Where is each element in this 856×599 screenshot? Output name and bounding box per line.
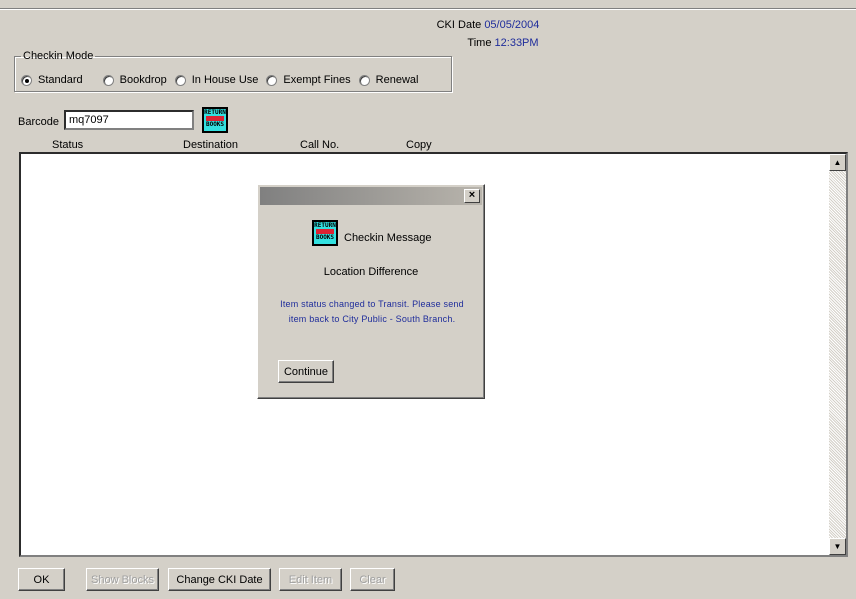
- checkin-mode-legend: Checkin Mode: [23, 50, 94, 62]
- radio-bookdrop[interactable]: [102, 74, 114, 86]
- dialog-title: Checkin Message: [344, 232, 432, 244]
- dialog-message: Item status changed to Transit. Please s…: [266, 297, 478, 327]
- column-header-copy: Copy: [406, 139, 432, 151]
- cki-date-row: CKI Date 05/05/2004: [0, 19, 856, 31]
- change-cki-date-button[interactable]: Change CKI Date: [168, 568, 271, 591]
- time-label: Time: [467, 37, 492, 49]
- show-blocks-button[interactable]: Show Blocks: [86, 568, 159, 591]
- vertical-scrollbar[interactable]: ▲ ▼: [829, 154, 846, 555]
- mode-label-exempt-fines: Exempt Fines: [283, 74, 351, 86]
- return-icon-top-text: RETURN: [204, 109, 226, 116]
- clear-button[interactable]: Clear: [350, 568, 395, 591]
- time-value: 12:33PM: [494, 37, 539, 49]
- return-books-icon: RETURN BOOKS: [312, 220, 338, 246]
- radio-in-house-use[interactable]: [174, 74, 186, 86]
- top-divider-highlight: [0, 9, 856, 10]
- return-icon-bottom-text: BOOKS: [315, 234, 335, 241]
- barcode-input[interactable]: [64, 110, 194, 130]
- mode-label-standard: Standard: [38, 74, 83, 86]
- edit-item-button[interactable]: Edit Item: [279, 568, 342, 591]
- mode-label-renewal: Renewal: [375, 74, 419, 86]
- ok-button[interactable]: OK: [18, 568, 65, 591]
- scroll-up-icon[interactable]: ▲: [829, 154, 846, 171]
- return-icon-bottom-text: BOOKS: [205, 121, 225, 128]
- checkin-mode-group: Checkin Mode Standard Bookdrop In House …: [14, 50, 452, 92]
- mode-label-in-house-use: In House Use: [191, 74, 259, 86]
- mode-option-standard[interactable]: Standard: [21, 74, 83, 86]
- dialog-titlebar[interactable]: ×: [260, 187, 482, 205]
- return-books-icon[interactable]: RETURN BOOKS: [202, 107, 228, 133]
- continue-button[interactable]: Continue: [278, 360, 334, 383]
- barcode-label: Barcode: [18, 116, 59, 128]
- checkin-message-dialog: × RETURN BOOKS Checkin Message Location …: [257, 184, 485, 399]
- radio-standard[interactable]: [21, 74, 32, 86]
- close-icon[interactable]: ×: [464, 189, 480, 203]
- return-icon-top-text: RETURN: [314, 222, 336, 229]
- cki-date-label: CKI Date: [436, 19, 482, 31]
- radio-renewal[interactable]: [358, 74, 370, 86]
- column-header-status: Status: [52, 139, 84, 151]
- column-header-destination: Destination: [183, 139, 239, 151]
- radio-exempt-fines[interactable]: [266, 74, 278, 86]
- cki-date-value: 05/05/2004: [484, 19, 540, 31]
- checkin-mode-options: Standard Bookdrop In House Use Exempt Fi…: [21, 74, 426, 86]
- mode-option-renewal[interactable]: Renewal: [358, 74, 419, 86]
- dialog-subtitle: Location Difference: [323, 266, 419, 278]
- scroll-down-icon[interactable]: ▼: [829, 538, 846, 555]
- mode-option-exempt-fines[interactable]: Exempt Fines: [266, 74, 351, 86]
- column-header-call-no: Call No.: [300, 139, 340, 151]
- mode-option-bookdrop[interactable]: Bookdrop: [102, 74, 167, 86]
- dialog-message-line: Item status changed to Transit. Please s…: [280, 299, 464, 309]
- time-row: Time 12:33PM: [0, 37, 856, 49]
- dialog-message-line: item back to City Public - South Branch.: [288, 314, 456, 324]
- mode-option-in-house-use[interactable]: In House Use: [174, 74, 259, 86]
- mode-label-bookdrop: Bookdrop: [119, 74, 167, 86]
